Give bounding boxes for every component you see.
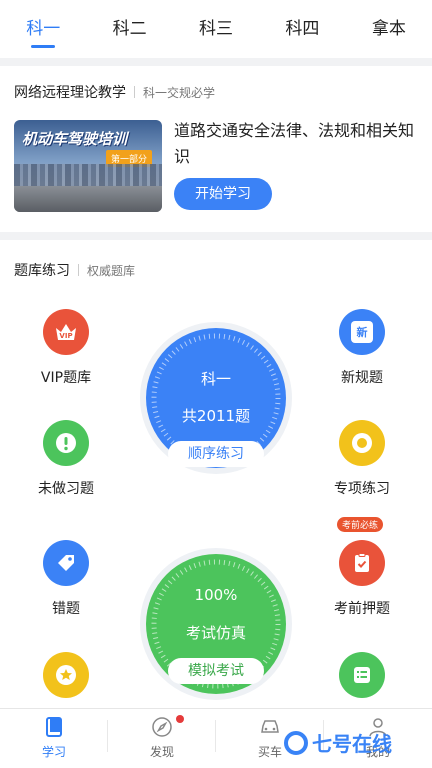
- mock-percent: 100%: [194, 586, 238, 604]
- practice-section-subtitle: 权威题库: [87, 263, 136, 278]
- compass-icon: [150, 715, 174, 739]
- target-icon: [339, 420, 385, 466]
- watermark-logo-icon: [284, 730, 308, 755]
- nav-divider: [215, 720, 216, 752]
- undone-questions-item[interactable]: 未做习题: [6, 420, 126, 498]
- new-badge-text: 新: [351, 321, 373, 343]
- new-badge-icon: 新: [339, 309, 385, 355]
- book-icon: [42, 715, 66, 739]
- sequential-practice-dial[interactable]: 科一 共2011题 顺序练习: [146, 328, 286, 468]
- favorites-item[interactable]: [6, 652, 126, 698]
- sequential-practice-button[interactable]: 顺序练习: [168, 441, 264, 467]
- tab-ke1[interactable]: 科一: [0, 0, 86, 58]
- tab-ke4[interactable]: 科四: [259, 0, 345, 58]
- clipboard-check-icon: [339, 540, 385, 586]
- divider: [78, 264, 79, 276]
- watermark: 七号在线: [284, 728, 392, 757]
- list-item[interactable]: [302, 652, 422, 698]
- watermark-text: 七号在线: [312, 732, 392, 756]
- tab-ke3[interactable]: 科三: [173, 0, 259, 58]
- star-icon: [43, 652, 89, 698]
- nav-discover[interactable]: 发现: [108, 709, 216, 768]
- course-banner-image[interactable]: 机动车驾驶培训 第一部分: [14, 120, 162, 212]
- practice-section-title: 题库练习: [14, 263, 70, 279]
- nav-divider: [107, 720, 108, 752]
- wrong-questions-item[interactable]: 错题: [6, 540, 126, 618]
- special-practice-label: 专项练习: [334, 481, 390, 497]
- nav-study-label: 学习: [41, 745, 66, 759]
- banner-road: [14, 186, 162, 212]
- nav-discover-label: 发现: [149, 745, 174, 759]
- banner-title: 机动车驾驶培训: [22, 130, 128, 148]
- vip-crown-icon: VIP: [43, 309, 89, 355]
- practice-section-header: 题库练习 权威题库: [14, 260, 135, 280]
- pre-exam-item[interactable]: 考前押题: [302, 540, 422, 618]
- pre-exam-label: 考前押题: [334, 601, 390, 617]
- banner-city-skyline: [14, 164, 162, 186]
- vip-bank-label: VIP题库: [40, 370, 92, 386]
- vip-bank-item[interactable]: VIP VIP题库: [6, 309, 126, 387]
- mock-exam-dial[interactable]: 100% 考试仿真 模拟考试: [146, 554, 286, 694]
- mock-label: 考试仿真: [185, 624, 246, 642]
- tab-ke2[interactable]: 科二: [86, 0, 172, 58]
- car-icon: [258, 715, 282, 739]
- list-icon: [339, 652, 385, 698]
- online-course-card: 网络远程理论教学 科一交规必学 机动车驾驶培训 第一部分 道路交通安全法律、法规…: [0, 66, 432, 232]
- tag-icon: [43, 540, 89, 586]
- start-learning-button[interactable]: 开始学习: [174, 178, 272, 210]
- special-practice-item[interactable]: 专项练习: [302, 420, 422, 498]
- new-rules-label: 新规题: [341, 370, 383, 386]
- course-section-header: 网络远程理论教学 科一交规必学: [14, 82, 215, 102]
- subject-tabs: 科一 科二 科三 科四 拿本: [0, 0, 432, 58]
- wrong-questions-label: 错题: [52, 601, 80, 617]
- nav-study[interactable]: 学习: [0, 709, 108, 768]
- notification-dot: [176, 715, 184, 723]
- new-rules-item[interactable]: 新 新规题: [302, 309, 422, 387]
- undone-questions-label: 未做习题: [38, 481, 94, 497]
- pre-exam-badge: 考前必练: [337, 517, 384, 532]
- mock-exam-button[interactable]: 模拟考试: [168, 658, 264, 684]
- sequential-count: 共2011题: [181, 407, 251, 425]
- tab-nabeng[interactable]: 拿本: [346, 0, 432, 58]
- course-section-title: 网络远程理论教学: [14, 85, 126, 101]
- sequential-subject: 科一: [200, 370, 231, 388]
- course-title[interactable]: 道路交通安全法律、法规和相关知识: [174, 118, 420, 170]
- divider: [134, 86, 135, 98]
- svg-text:VIP: VIP: [59, 332, 72, 340]
- course-section-subtitle: 科一交规必学: [143, 85, 216, 100]
- exclamation-icon: [43, 420, 89, 466]
